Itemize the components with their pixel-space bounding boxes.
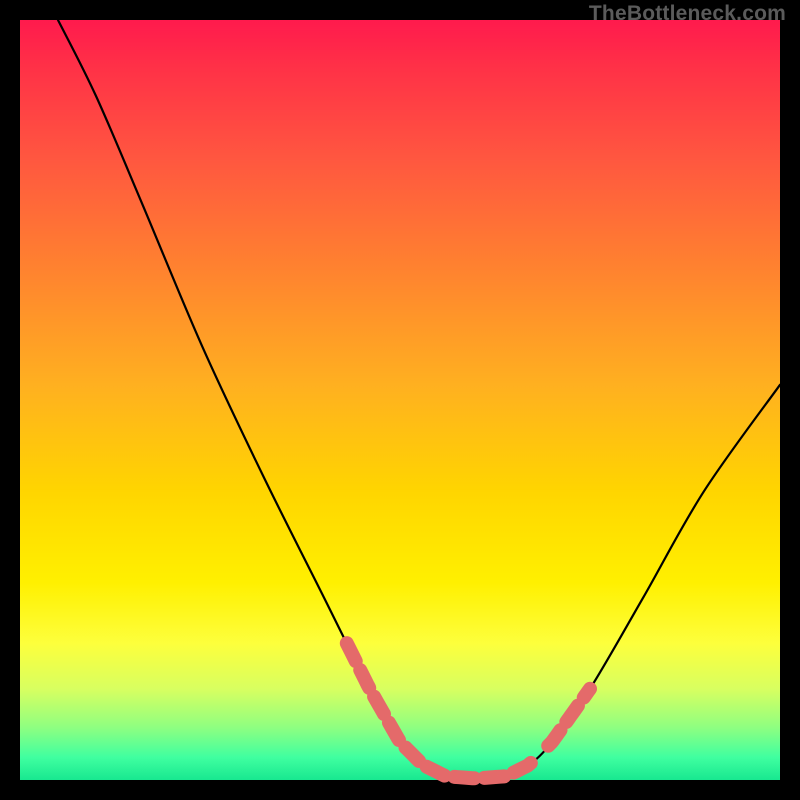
curve-layer <box>20 20 780 780</box>
plot-area <box>20 20 780 780</box>
highlight-segment-0 <box>347 643 419 761</box>
bottleneck-curve-path <box>58 20 780 778</box>
highlight-segments <box>347 643 590 778</box>
highlight-segment-1 <box>427 757 537 778</box>
highlight-segment-2 <box>548 689 590 746</box>
chart-frame: TheBottleneck.com <box>0 0 800 800</box>
watermark-text: TheBottleneck.com <box>589 2 786 26</box>
